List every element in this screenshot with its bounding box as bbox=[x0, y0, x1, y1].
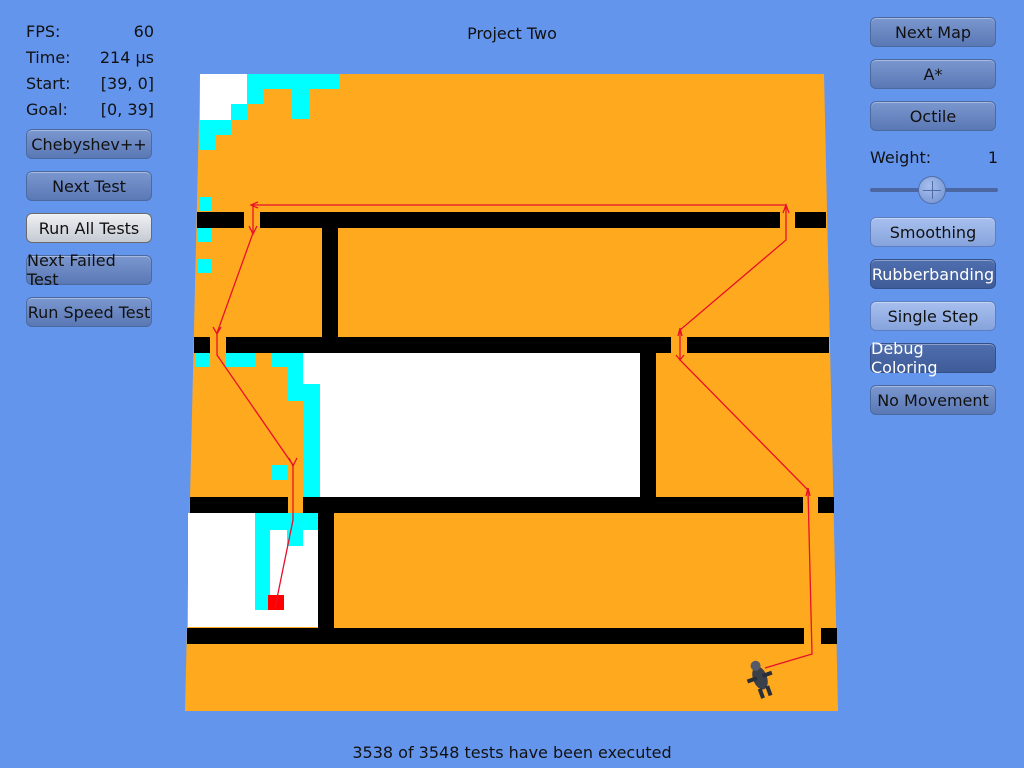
debug-coloring-button[interactable]: Debug Coloring bbox=[870, 339, 996, 377]
rubberbanding-button[interactable]: Rubberbanding bbox=[870, 259, 996, 289]
weight-stat: Weight: 1 bbox=[870, 148, 998, 168]
test-progress-status: 3538 of 3548 tests have been executed bbox=[352, 743, 672, 762]
unvisited-region bbox=[303, 352, 640, 497]
no-movement-button[interactable]: No Movement bbox=[870, 385, 996, 415]
heuristic-mode-button[interactable]: Octile bbox=[870, 101, 996, 131]
weight-slider-handle[interactable] bbox=[918, 176, 946, 204]
weight-value: 1 bbox=[987, 148, 998, 167]
single-step-button[interactable]: Single Step bbox=[870, 301, 996, 331]
smoothing-button[interactable]: Smoothing bbox=[870, 217, 996, 247]
algorithm-button[interactable]: A* bbox=[870, 59, 996, 89]
weight-label: Weight: bbox=[870, 148, 932, 167]
next-map-button[interactable]: Next Map bbox=[870, 17, 996, 47]
slider-handle-grip bbox=[932, 181, 933, 199]
